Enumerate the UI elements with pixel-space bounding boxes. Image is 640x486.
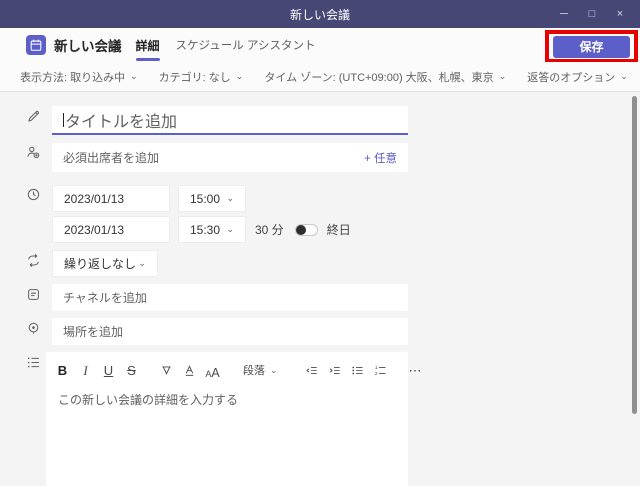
repeat-select[interactable]: 繰り返しなし ⌄	[52, 250, 158, 277]
location-placeholder: 場所を追加	[63, 325, 124, 339]
tab-scheduling-assistant[interactable]: スケジュール アシスタント	[176, 28, 316, 62]
vertical-scrollbar[interactable]	[632, 96, 637, 414]
save-button[interactable]: 保存	[553, 35, 630, 58]
meeting-form: タイトルを追加 必須出席者を追加 + 任意 2023/01/13 15:00 ⌄…	[0, 92, 640, 486]
svg-text:1: 1	[374, 364, 377, 370]
channel-placeholder: チャネルを追加	[63, 291, 147, 305]
pencil-icon	[26, 109, 41, 124]
title-placeholder: タイトルを追加	[65, 113, 178, 131]
tab-details[interactable]: 詳細	[135, 28, 160, 62]
channel-input[interactable]: チャネルを追加	[52, 284, 408, 311]
toggle-knob	[295, 224, 306, 235]
font-color-icon[interactable]	[183, 361, 196, 379]
timezone-dropdown[interactable]: タイム ゾーン: (UTC+09:00) 大阪、札幌、東京 ⌄	[264, 69, 506, 85]
chevron-down-icon: ⌄	[498, 71, 507, 81]
numbered-list-icon[interactable]: 1 2	[374, 361, 387, 379]
underline-button[interactable]: U	[102, 361, 115, 379]
more-options-icon[interactable]: ⋯	[409, 361, 422, 379]
font-size-button[interactable]: AA	[205, 361, 219, 379]
start-datetime-row: 2023/01/13 15:00 ⌄	[52, 185, 246, 212]
location-icon	[26, 321, 41, 336]
text-caret	[63, 112, 64, 127]
paragraph-dropdown[interactable]: 段落 ⌄	[243, 362, 278, 378]
start-date-input[interactable]: 2023/01/13	[52, 185, 170, 212]
bullet-list-icon[interactable]	[351, 361, 364, 379]
minimize-icon[interactable]: ─	[550, 0, 578, 28]
bold-button[interactable]: B	[56, 361, 69, 379]
chevron-down-icon: ⌄	[235, 71, 244, 81]
agenda-icon	[26, 355, 41, 370]
chevron-down-icon: ⌄	[620, 71, 628, 81]
chevron-down-icon: ⌄	[270, 364, 278, 375]
highlight-icon[interactable]	[160, 361, 173, 379]
window-titlebar: 新しい会議 ─ □ ×	[0, 0, 640, 28]
window-controls: ─ □ ×	[550, 0, 634, 28]
attendees-placeholder: 必須出席者を追加	[63, 151, 160, 165]
formatting-toolbar: B I U S AA 段落 ⌄ 1 2 ⋯	[46, 352, 422, 383]
location-input[interactable]: 場所を追加	[52, 318, 408, 345]
new-meeting-window: 新しい会議 ─ □ × 新しい会議 詳細 スケジュール アシスタント 保存 表示…	[0, 0, 640, 486]
meeting-options-bar: 表示方法: 取り込み中 ⌄ カテゴリ: なし ⌄ タイム ゾーン: (UTC+0…	[0, 62, 640, 92]
page-title: 新しい会議	[54, 39, 122, 54]
calendar-app-icon	[26, 35, 46, 55]
end-datetime-row: 2023/01/13 15:30 ⌄ 30 分 終日	[52, 216, 351, 243]
close-icon[interactable]: ×	[606, 0, 634, 28]
all-day-toggle[interactable]	[294, 223, 318, 236]
repeat-row: 繰り返しなし ⌄	[52, 250, 158, 277]
response-options-dropdown[interactable]: 返答のオプション ⌄	[527, 69, 628, 85]
repeat-icon	[26, 253, 41, 268]
clock-icon	[26, 187, 41, 202]
start-time-select[interactable]: 15:00 ⌄	[178, 185, 246, 212]
person-add-icon	[26, 145, 41, 160]
save-button-highlight: 保存	[545, 30, 638, 63]
meeting-header: 新しい会議 詳細 スケジュール アシスタント	[0, 28, 640, 62]
title-input[interactable]: タイトルを追加	[52, 106, 408, 135]
svg-text:2: 2	[374, 371, 377, 377]
description-editor: B I U S AA 段落 ⌄ 1 2 ⋯ この新しい会議の詳細を入力する	[46, 352, 422, 486]
show-as-dropdown[interactable]: 表示方法: 取り込み中 ⌄	[20, 69, 138, 85]
description-input[interactable]: この新しい会議の詳細を入力する	[46, 383, 408, 416]
chevron-down-icon: ⌄	[226, 193, 234, 203]
maximize-icon[interactable]: □	[578, 0, 606, 28]
indent-icon[interactable]	[328, 361, 341, 379]
strikethrough-button[interactable]: S	[125, 361, 138, 379]
end-time-select[interactable]: 15:30 ⌄	[178, 216, 246, 243]
add-optional-attendees-link[interactable]: + 任意	[364, 150, 397, 166]
window-title: 新しい会議	[289, 7, 350, 22]
chevron-down-icon: ⌄	[138, 258, 146, 268]
chevron-down-icon: ⌄	[226, 224, 234, 234]
end-date-input[interactable]: 2023/01/13	[52, 216, 170, 243]
chevron-down-icon: ⌄	[130, 71, 138, 81]
channel-icon	[26, 287, 41, 302]
category-dropdown[interactable]: カテゴリ: なし ⌄	[159, 69, 244, 85]
outdent-icon[interactable]	[305, 361, 318, 379]
italic-button[interactable]: I	[79, 361, 92, 379]
all-day-label: 終日	[326, 223, 351, 237]
duration-label: 30 分	[255, 223, 284, 237]
attendees-input[interactable]: 必須出席者を追加 + 任意	[52, 143, 408, 172]
